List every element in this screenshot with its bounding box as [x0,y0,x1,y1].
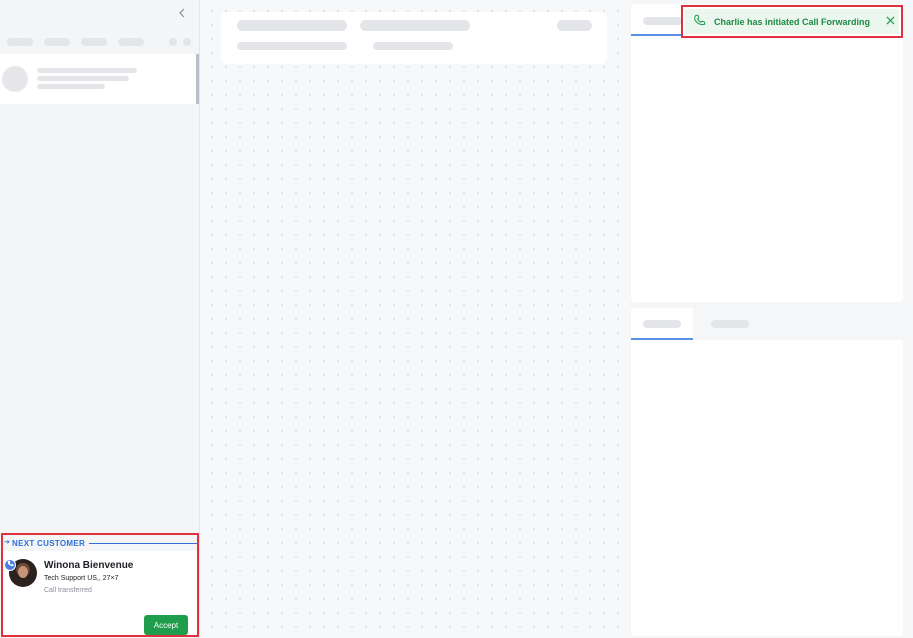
text-skeleton [237,42,347,50]
divider [89,543,197,544]
accept-button[interactable]: Accept [144,615,188,635]
selected-indicator [196,54,199,104]
main-workspace [201,0,629,638]
tab-skeleton [643,320,681,328]
call-status: Call transferred [44,587,92,594]
details-panel [631,4,903,302]
tab-skeleton[interactable] [711,320,749,328]
next-customer-header: ➔ NEXT CUSTOMER [3,535,197,551]
filter-skeleton [81,38,107,46]
avatar-face [18,566,28,578]
arrow-right-icon: ➔ [4,539,10,546]
tab-active[interactable] [631,308,693,340]
tab-bar [631,308,903,340]
text-skeleton [237,20,347,31]
toast-notification: Charlie has initiated Call Forwarding [681,5,903,38]
avatar-skeleton [2,66,28,92]
filter-skeleton [169,38,177,46]
chevron-left-icon[interactable] [174,6,190,22]
toast-message: Charlie has initiated Call Forwarding [714,17,871,27]
secondary-panel [631,340,903,636]
filter-skeleton [118,38,144,46]
text-skeleton [373,42,453,50]
filter-skeleton [183,38,191,46]
sidebar: ➔ NEXT CUSTOMER Winona Bienvenue Tech Su… [0,0,200,638]
list-item[interactable] [0,54,199,104]
customer-name: Winona Bienvenue [44,560,134,571]
text-skeleton [37,76,129,81]
phone-icon [693,14,707,28]
tab-skeleton[interactable] [643,17,683,25]
header-card [221,12,607,64]
customer-queue: Tech Support US,, 27×7 [44,575,119,582]
text-skeleton [37,68,137,73]
next-customer-title: NEXT CUSTOMER [12,539,86,548]
text-skeleton [557,20,592,31]
text-skeleton [360,20,470,31]
text-skeleton [37,84,105,89]
phone-icon [4,559,16,571]
close-icon[interactable] [884,15,896,27]
filter-skeleton [44,38,70,46]
next-customer-card: ➔ NEXT CUSTOMER Winona Bienvenue Tech Su… [1,533,199,637]
toast-body: Charlie has initiated Call Forwarding [685,9,899,34]
filter-skeleton [7,38,33,46]
